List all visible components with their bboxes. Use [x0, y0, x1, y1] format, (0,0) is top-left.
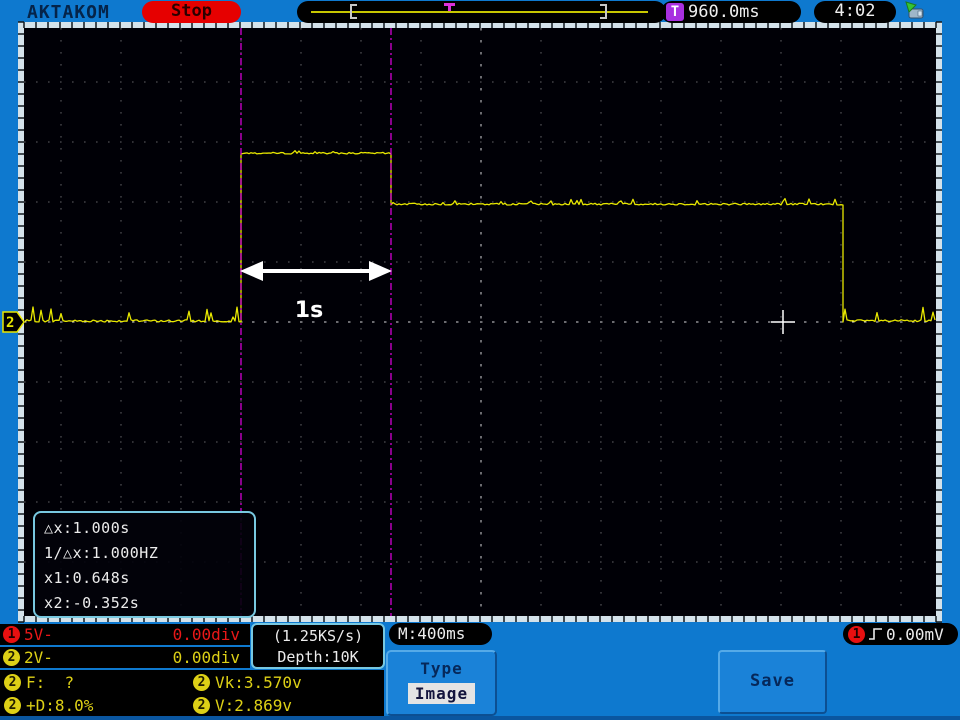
- channel2-marker-label: 2: [6, 315, 14, 331]
- measurement-frequency: 2 F: ?: [4, 673, 74, 692]
- readout-frequency: 1/△x:1.000HZ: [44, 544, 159, 562]
- sampling-info-box: (1.25KS/s) Depth:10K: [251, 623, 385, 669]
- trigger-level-value: 0.00mV: [886, 624, 944, 644]
- trigger-status-pill: 1 0.00mV: [843, 623, 958, 645]
- save-button[interactable]: Save: [718, 650, 827, 714]
- timebase-pill: M:400ms: [389, 623, 492, 645]
- readout-x2: x2:-0.352s: [44, 594, 140, 612]
- trigger-source-badge: 1: [848, 625, 865, 643]
- memory-window-bar: [297, 1, 666, 23]
- measurement-value: +D:8.0%: [26, 696, 94, 715]
- clock: 4:02: [814, 1, 896, 23]
- measurement-value: V:2.869v: [215, 696, 293, 715]
- memory-window-bracket-left: [350, 4, 357, 19]
- measurement-value: F: ?: [26, 673, 75, 692]
- memory-depth: Depth:10K: [277, 648, 359, 666]
- memory-bar-line: [311, 11, 648, 13]
- readout-delta-x: △x:1.000s: [44, 519, 130, 537]
- channel1-status-box: 1 5V- 0.00div: [0, 624, 250, 645]
- memory-window-bracket-right: [600, 4, 607, 19]
- channel2-offset: 0.00div: [172, 648, 240, 667]
- measurement-channel-badge: 2: [4, 697, 21, 714]
- type-button[interactable]: Type Image: [386, 650, 497, 716]
- brand-logo: AKTAKOM: [27, 2, 110, 23]
- measurement-duty: 2 +D:8.0%: [4, 696, 93, 715]
- auto-measurements-strip: 2 F: ? 2 +D:8.0% 2 Vk:3.570v 2 V:2.869v: [0, 670, 384, 717]
- type-button-value: Image: [407, 683, 476, 704]
- measurement-vk: 2 Vk:3.570v: [193, 673, 302, 692]
- measurement-v: 2 V:2.869v: [193, 696, 292, 715]
- trigger-position-marker-stem: [448, 6, 451, 11]
- measurement-channel-badge: 2: [193, 697, 210, 714]
- channel1-badge: 1: [3, 626, 20, 643]
- delta-time-label: 1s: [295, 298, 323, 323]
- cursor-readout-box: △x:1.000s 1/△x:1.000HZ x1:0.648s x2:-0.3…: [33, 511, 256, 618]
- measurement-value: Vk:3.570v: [215, 673, 302, 692]
- channel2-status-box: 2 2V- 0.00div: [0, 647, 250, 668]
- measurement-channel-badge: 2: [4, 674, 21, 691]
- trigger-time-icon: T: [666, 3, 684, 21]
- channel2-badge: 2: [3, 649, 20, 666]
- bottom-edge-strip: [0, 716, 960, 720]
- run-state-indicator: Stop: [142, 1, 241, 23]
- trigger-time-pill: T 960.0ms: [661, 1, 801, 23]
- sample-rate: (1.25KS/s): [272, 627, 364, 645]
- rising-edge-icon: [869, 628, 882, 640]
- channel2-scale: 2V-: [24, 648, 53, 667]
- measurement-channel-badge: 2: [193, 674, 210, 691]
- channel1-offset: 0.00div: [172, 625, 240, 644]
- usb-drive-icon: [905, 1, 924, 19]
- channel1-scale: 5V-: [24, 625, 53, 644]
- type-button-label: Type: [420, 659, 463, 678]
- readout-x1: x1:0.648s: [44, 569, 130, 587]
- trigger-time-value: 960.0ms: [688, 2, 760, 22]
